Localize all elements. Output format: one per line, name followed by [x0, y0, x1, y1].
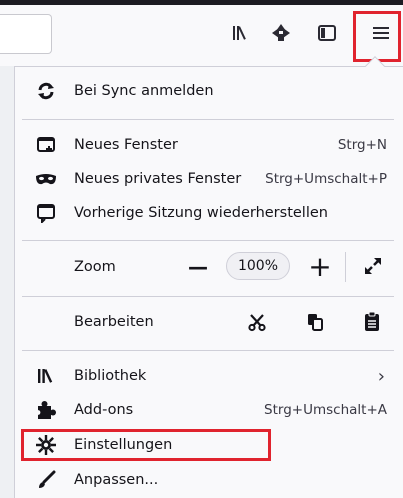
zoom-in-button[interactable]: + — [305, 250, 335, 283]
menu-item-restore-session[interactable]: Vorherige Sitzung wiederherstellen — [15, 196, 403, 230]
settings-highlight — [21, 429, 271, 461]
menu-item-label: Add-ons — [74, 402, 134, 418]
menu-separator — [22, 350, 394, 351]
menu-separator — [22, 240, 394, 241]
menu-item-sync[interactable]: Bei Sync anmelden — [15, 74, 403, 108]
menu-item-new-window[interactable]: Neues Fenster Strg+N — [15, 128, 403, 162]
scissors-icon[interactable] — [244, 309, 270, 335]
private-mask-icon — [35, 168, 57, 190]
menu-button-highlight — [353, 11, 401, 62]
brush-icon — [35, 469, 57, 491]
menu-item-label: Anpassen... — [74, 472, 159, 488]
menu-item-customize[interactable]: Anpassen... — [15, 463, 403, 497]
menu-separator — [22, 119, 394, 120]
menu-item-label: Vorherige Sitzung wiederherstellen — [74, 205, 328, 221]
menu-separator — [22, 296, 394, 297]
page-content-edge — [0, 66, 14, 498]
restore-session-icon — [35, 202, 57, 224]
window-top-edge — [0, 0, 403, 5]
copy-icon[interactable] — [302, 309, 328, 335]
new-window-icon — [35, 134, 57, 156]
menu-item-addons[interactable]: Add-ons Strg+Umschalt+A — [15, 393, 403, 427]
url-bar[interactable] — [0, 14, 52, 54]
zoom-label: Zoom — [74, 259, 116, 275]
menu-item-private-window[interactable]: Neues privates Fenster Strg+Umschalt+P — [15, 162, 403, 196]
puzzle-icon[interactable] — [268, 20, 294, 46]
menu-item-label: Neues Fenster — [74, 137, 178, 153]
shortcut-label: Strg+Umschalt+A — [264, 402, 387, 418]
puzzle-piece-icon — [35, 399, 57, 421]
shortcut-label: Strg+N — [337, 137, 387, 153]
zoom-separator — [345, 252, 346, 282]
shortcut-label: Strg+Umschalt+P — [265, 171, 387, 187]
library-icon[interactable] — [228, 20, 254, 46]
sync-icon — [35, 80, 57, 102]
menu-item-label: Neues privates Fenster — [74, 171, 242, 187]
menu-item-edit: Bearbeiten — [15, 305, 403, 339]
browser-toolbar — [0, 0, 403, 66]
menu-item-library[interactable]: Bibliothek › — [15, 359, 403, 393]
sidebar-icon[interactable] — [314, 20, 340, 46]
menu-item-label: Bibliothek — [74, 368, 147, 384]
chevron-right-icon: › — [377, 365, 385, 387]
clipboard-icon[interactable] — [359, 309, 385, 335]
edit-label: Bearbeiten — [74, 314, 154, 330]
zoom-out-button[interactable]: — — [183, 252, 213, 282]
zoom-reset-button[interactable]: 100% — [226, 252, 290, 280]
library-icon — [35, 365, 57, 387]
fullscreen-icon[interactable] — [360, 253, 386, 279]
menu-item-label: Bei Sync anmelden — [74, 83, 214, 99]
